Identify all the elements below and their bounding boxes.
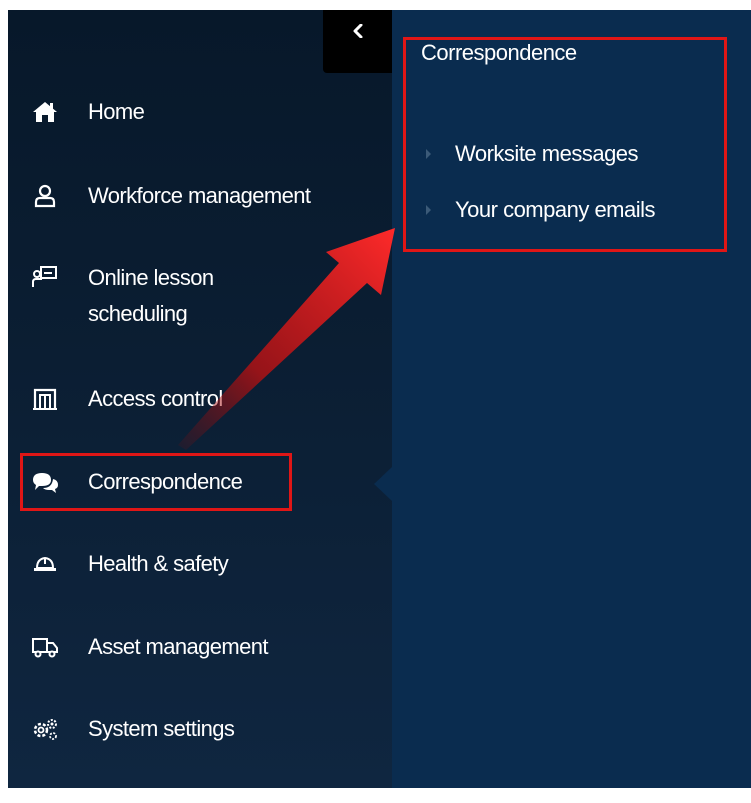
chevron-left-icon [353,24,362,38]
sidebar-item-label: Online lesson scheduling [88,265,214,326]
sidebar-item-label: System settings [88,716,235,741]
submenu-item-your-company-emails[interactable]: Your company emails [420,192,720,228]
submenu-panel [392,10,751,788]
sidebar-item-label: Asset management [88,634,269,659]
submenu-item-label: Your company emails [455,197,656,222]
caret-right-icon [426,205,431,215]
app-frame: Home Workforce management Online lesson … [0,0,751,803]
user-icon [30,181,60,211]
submenu-title: Correspondence [421,40,577,65]
submenu-item-label: Worksite messages [455,141,639,166]
sidebar-item-correspondence[interactable]: Correspondence [8,450,392,514]
active-item-pointer [374,467,392,501]
sidebar-item-asset-management[interactable]: Asset management [8,615,392,679]
sidebar-item-label: Home [88,99,145,124]
gate-icon [30,384,60,414]
hard-hat-icon [30,549,60,579]
sidebar-item-system-settings[interactable]: System settings [8,697,392,761]
sidebar-item-access-control[interactable]: Access control [8,367,392,431]
caret-right-icon [426,149,431,159]
collapse-sidebar-button[interactable] [323,10,392,73]
sidebar-item-home[interactable]: Home [8,80,392,144]
chat-bubbles-icon [30,467,60,497]
sidebar-item-label: Workforce management [88,183,311,208]
sidebar-item-workforce-management[interactable]: Workforce management [8,164,392,228]
home-icon [30,97,60,127]
sidebar-item-online-lesson-scheduling[interactable]: Online lesson scheduling [8,256,392,338]
submenu-item-worksite-messages[interactable]: Worksite messages [420,136,720,172]
truck-icon [30,632,60,662]
sidebar-item-health-safety[interactable]: Health & safety [8,532,392,596]
sidebar-item-label: Access control [88,386,223,411]
sidebar-item-label: Correspondence [88,469,243,494]
teacher-board-icon [30,262,60,292]
gears-icon [30,714,60,744]
sidebar-item-label: Health & safety [88,551,229,576]
